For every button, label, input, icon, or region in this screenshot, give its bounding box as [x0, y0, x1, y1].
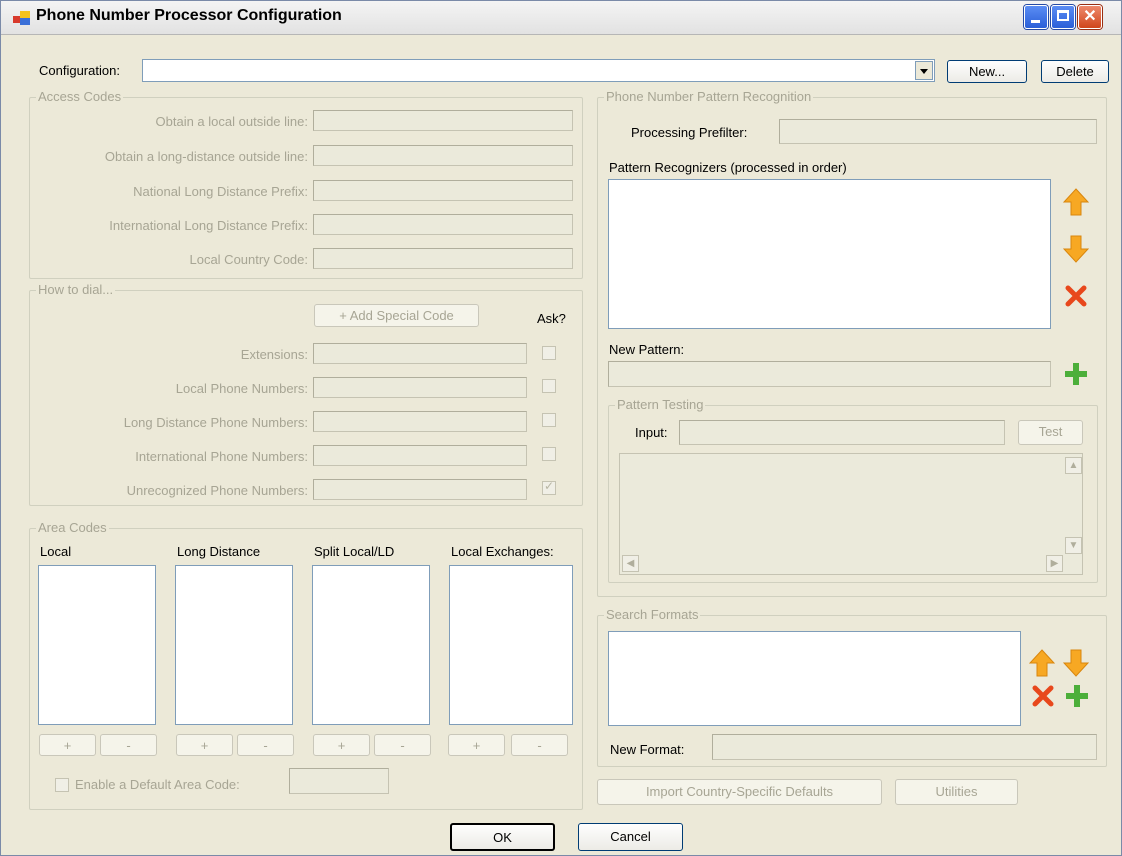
extensions-label: Extensions:	[240, 347, 308, 362]
area-codes-local-label: Local	[40, 544, 72, 559]
default-area-code-input[interactable]	[289, 768, 389, 794]
international-ld-prefix-label: International Long Distance Prefix:	[109, 218, 308, 233]
local-country-code-input[interactable]	[313, 248, 573, 269]
new-pattern-label: New Pattern:	[609, 342, 685, 357]
extensions-ask-checkbox[interactable]	[542, 346, 556, 360]
recognizers-label: Pattern Recognizers (processed in order)	[609, 160, 847, 175]
local-exchanges-list[interactable]	[449, 565, 573, 725]
international-numbers-input[interactable]	[313, 445, 527, 466]
scroll-left-icon[interactable]: ◀	[622, 555, 639, 572]
area-codes-long-distance-label: Long Distance	[177, 544, 261, 559]
exchanges-remove-button[interactable]: -	[511, 734, 568, 756]
maximize-icon	[1057, 10, 1069, 21]
pattern-recognizers-list[interactable]	[608, 179, 1051, 329]
minimize-button[interactable]	[1024, 5, 1048, 29]
minimize-icon	[1031, 20, 1040, 23]
ok-button[interactable]: OK	[450, 823, 555, 851]
utilities-button[interactable]: Utilities	[895, 779, 1018, 805]
default-area-code-checkbox[interactable]	[55, 778, 69, 792]
local-outside-line-label: Obtain a local outside line:	[155, 114, 308, 129]
national-ld-prefix-input[interactable]	[313, 180, 573, 201]
delete-button[interactable]: Delete	[1041, 60, 1109, 83]
split-add-button[interactable]: +	[313, 734, 370, 756]
format-delete-x-icon[interactable]	[1031, 684, 1055, 708]
format-add-plus-icon[interactable]	[1064, 683, 1090, 709]
local-numbers-label: Local Phone Numbers:	[175, 381, 308, 396]
test-button[interactable]: Test	[1018, 420, 1083, 445]
unrecognized-numbers-ask-checkbox[interactable]	[542, 479, 556, 495]
arrow-down-icon[interactable]	[1063, 235, 1089, 263]
prefilter-label: Processing Prefilter:	[631, 125, 748, 140]
test-input-field[interactable]	[679, 420, 1005, 445]
ask-column-label: Ask?	[537, 311, 566, 326]
configuration-combo[interactable]	[142, 59, 935, 82]
national-ld-prefix-label: National Long Distance Prefix:	[133, 184, 308, 199]
long-distance-numbers-ask-checkbox[interactable]	[542, 413, 556, 427]
extensions-input[interactable]	[313, 343, 527, 364]
local-country-code-label: Local Country Code:	[189, 252, 308, 267]
area-codes-exchanges-label: Local Exchanges:	[451, 544, 554, 559]
local-numbers-ask-checkbox[interactable]	[542, 379, 556, 393]
add-plus-icon[interactable]	[1063, 361, 1089, 387]
local-outside-line-input[interactable]	[313, 110, 573, 131]
scroll-up-icon[interactable]: ▲	[1065, 457, 1082, 474]
area-codes-title: Area Codes	[36, 520, 109, 535]
close-icon: ✕	[1083, 8, 1097, 25]
scroll-right-icon[interactable]: ▶	[1046, 555, 1063, 572]
access-codes-title: Access Codes	[36, 89, 124, 104]
new-pattern-input[interactable]	[608, 361, 1051, 387]
how-to-dial-title: How to dial...	[36, 282, 116, 297]
delete-x-icon[interactable]	[1064, 284, 1088, 308]
maximize-button[interactable]	[1051, 5, 1075, 29]
title-bar[interactable]: Phone Number Processor Configuration ✕	[1, 1, 1121, 35]
import-defaults-button[interactable]: Import Country-Specific Defaults	[597, 779, 882, 805]
pattern-recognition-title: Phone Number Pattern Recognition	[604, 89, 814, 104]
unrecognized-numbers-label: Unrecognized Phone Numbers:	[126, 483, 308, 498]
long-distance-add-button[interactable]: +	[176, 734, 233, 756]
split-area-codes-list[interactable]	[312, 565, 430, 725]
test-input-label: Input:	[635, 425, 668, 440]
format-arrow-up-icon[interactable]	[1029, 649, 1055, 677]
international-numbers-label: International Phone Numbers:	[135, 449, 308, 464]
new-button[interactable]: New...	[947, 60, 1027, 83]
add-special-code-button[interactable]: + Add Special Code	[314, 304, 479, 327]
split-remove-button[interactable]: -	[374, 734, 431, 756]
config-window: Phone Number Processor Configuration ✕ C…	[0, 0, 1122, 856]
long-distance-numbers-input[interactable]	[313, 411, 527, 432]
prefilter-input[interactable]	[779, 119, 1097, 144]
arrow-up-icon[interactable]	[1063, 188, 1089, 216]
local-remove-button[interactable]: -	[100, 734, 157, 756]
local-numbers-input[interactable]	[313, 377, 527, 398]
search-formats-list[interactable]	[608, 631, 1021, 726]
long-distance-outside-line-label: Obtain a long-distance outside line:	[104, 149, 308, 164]
long-distance-remove-button[interactable]: -	[237, 734, 294, 756]
how-to-dial-group: How to dial...	[29, 282, 583, 506]
cancel-button[interactable]: Cancel	[578, 823, 683, 851]
international-numbers-ask-checkbox[interactable]	[542, 447, 556, 461]
long-distance-outside-line-input[interactable]	[313, 145, 573, 166]
pattern-testing-title: Pattern Testing	[615, 397, 706, 412]
format-arrow-down-icon[interactable]	[1063, 649, 1089, 677]
window-title: Phone Number Processor Configuration	[36, 7, 342, 24]
local-area-codes-list[interactable]	[38, 565, 156, 725]
long-distance-numbers-label: Long Distance Phone Numbers:	[123, 415, 308, 430]
area-codes-split-label: Split Local/LD	[314, 544, 395, 559]
new-format-input[interactable]	[712, 734, 1097, 760]
search-formats-title: Search Formats	[604, 607, 701, 622]
scroll-down-icon[interactable]: ▼	[1065, 537, 1082, 554]
close-button[interactable]: ✕	[1078, 5, 1102, 29]
unrecognized-numbers-input[interactable]	[313, 479, 527, 500]
test-results-box[interactable]: ▲ ▼ ◀ ▶	[619, 453, 1083, 575]
chevron-down-icon[interactable]	[915, 61, 933, 80]
long-distance-area-codes-list[interactable]	[175, 565, 293, 725]
new-format-label: New Format:	[610, 742, 685, 757]
local-add-button[interactable]: +	[39, 734, 96, 756]
configuration-label: Configuration:	[39, 63, 120, 78]
default-area-code-label: Enable a Default Area Code:	[75, 777, 240, 792]
app-icon	[13, 11, 30, 25]
international-ld-prefix-input[interactable]	[313, 214, 573, 235]
exchanges-add-button[interactable]: +	[448, 734, 505, 756]
